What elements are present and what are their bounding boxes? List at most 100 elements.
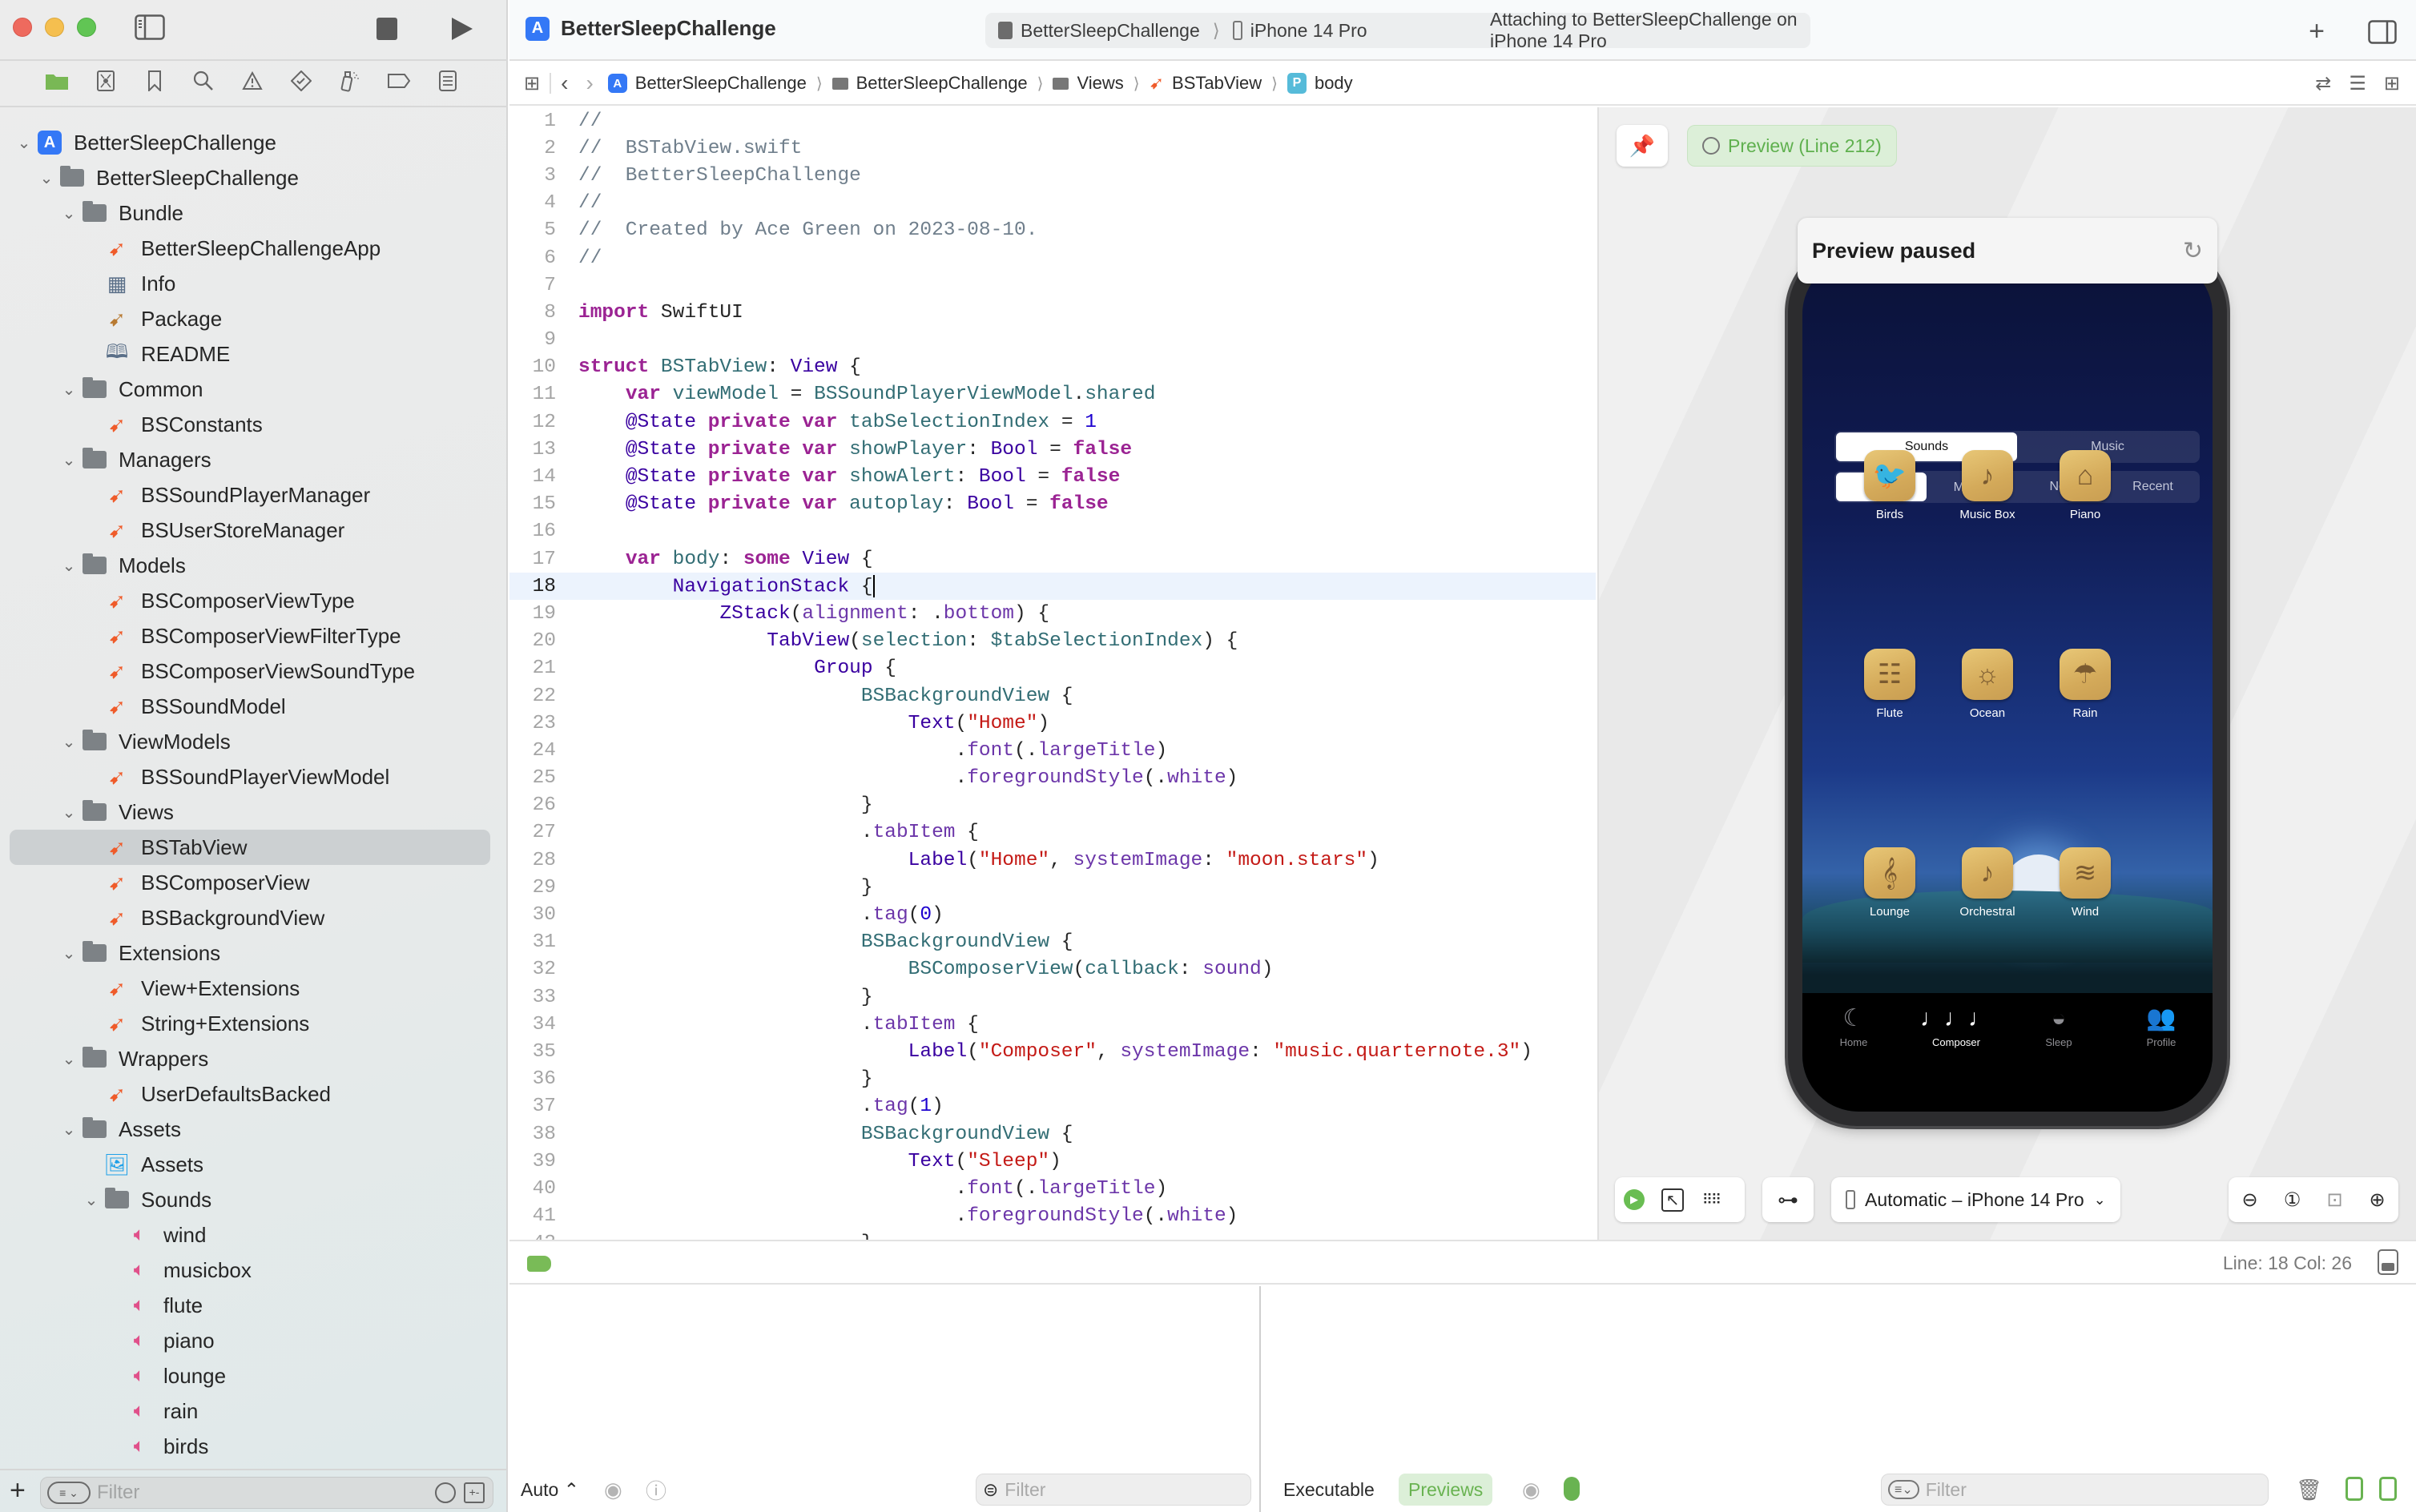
code-line[interactable]: 22 BSBackgroundView { (509, 682, 1596, 710)
file-tree-item[interactable]: ➹ BSBackgroundView (0, 900, 508, 935)
file-tree-item[interactable]: ➹ BSComposerViewSoundType (0, 653, 508, 689)
breadcrumb-views[interactable]: Views (1053, 73, 1124, 94)
line-number[interactable]: 30 (509, 904, 569, 926)
line-number[interactable]: 27 (509, 822, 569, 843)
code-line[interactable]: 18 NavigationStack { (509, 573, 1596, 601)
sound-tile[interactable]: ⌂ Piano (2041, 450, 2129, 521)
sound-tile[interactable]: ☂ Rain (2041, 649, 2129, 720)
file-tree-item[interactable]: ➹ BSComposerView (0, 865, 508, 900)
tab-breakpoints[interactable] (384, 66, 414, 96)
file-tree-item[interactable]: ➹ BSTabView (0, 830, 508, 865)
file-tree-item[interactable]: ⌄ Bundle (0, 195, 508, 231)
code-line[interactable]: 5 // Created by Ace Green on 2023-08-10. (509, 217, 1596, 244)
file-tree-item[interactable]: ⌄ Extensions (0, 935, 508, 971)
sound-tile[interactable]: ☷ Flute (1846, 649, 1934, 720)
line-number[interactable]: 5 (509, 219, 569, 241)
app-tab-home[interactable]: ☾ Home (1802, 1004, 1905, 1112)
scheme-selector[interactable]: BetterSleepChallenge ⟩ iPhone 14 Pro (998, 20, 1367, 42)
device-settings-button[interactable]: ⊶ (1762, 1177, 1814, 1222)
variants-button[interactable]: ⠿⠿ (1692, 1180, 1730, 1219)
line-number[interactable]: 20 (509, 630, 569, 652)
code-line[interactable]: 30 .tag(0) (509, 901, 1596, 928)
line-number[interactable]: 11 (509, 384, 569, 405)
disclosure-chevron-icon[interactable]: ⌄ (58, 1049, 80, 1069)
disclosure-chevron-icon[interactable]: ⌄ (58, 450, 80, 470)
line-number[interactable]: 1 (509, 111, 569, 132)
line-number[interactable]: 6 (509, 247, 569, 269)
line-number[interactable]: 25 (509, 767, 569, 789)
file-tree-item[interactable]: ➹ BSComposerViewType (0, 583, 508, 618)
minimize-window-button[interactable] (45, 18, 64, 37)
add-file-button[interactable]: + (10, 1475, 26, 1506)
eye-icon[interactable]: ◉ (1522, 1478, 1540, 1502)
toggle-icon[interactable] (1564, 1477, 1580, 1501)
related-items-icon[interactable]: ⊞ (524, 72, 540, 95)
file-tree-item[interactable]: ➹ UserDefaultsBacked (0, 1076, 508, 1112)
code-line[interactable]: 34 .tabItem { (509, 1011, 1596, 1038)
code-line[interactable]: 11 var viewModel = BSSoundPlayerViewMode… (509, 381, 1596, 408)
line-number[interactable]: 26 (509, 794, 569, 816)
file-tree-item[interactable]: ⌄ Common (0, 372, 508, 407)
preview-selector-chip[interactable]: Preview (Line 212) (1687, 125, 1897, 167)
app-tab-profile[interactable]: 👥 Profile (2110, 1004, 2213, 1112)
code-line[interactable]: 21 Group { (509, 655, 1596, 682)
line-number[interactable]: 13 (509, 439, 569, 460)
navigator-filter-field[interactable]: ≡ ⌄ Filter +- (40, 1477, 493, 1509)
file-tree-item[interactable]: ➹ BSSoundModel (0, 689, 508, 724)
disclosure-chevron-icon[interactable]: ⌄ (58, 802, 80, 822)
console-source-previews[interactable]: Previews (1399, 1474, 1493, 1506)
sound-tile[interactable]: 𝄞 Lounge (1846, 847, 1934, 919)
disclosure-chevron-icon[interactable]: ⌄ (58, 1120, 80, 1140)
file-tree-item[interactable]: ⌄ A BetterSleepChallenge (0, 125, 508, 160)
line-number[interactable]: 34 (509, 1014, 569, 1035)
code-line[interactable]: 29 } (509, 874, 1596, 901)
show-variables-icon[interactable] (2346, 1477, 2363, 1501)
file-tree-item[interactable]: ➹ BSUserStoreManager (0, 513, 508, 548)
debug-split-divider[interactable] (1259, 1286, 1261, 1512)
sound-tile[interactable]: 🐦 Birds (1846, 450, 1934, 521)
line-number[interactable]: 32 (509, 959, 569, 980)
sound-tile[interactable]: ♪ Music Box (1943, 450, 2031, 521)
file-tree-item[interactable]: ➹ Package (0, 301, 508, 336)
show-console-icon[interactable] (2379, 1477, 2397, 1501)
code-line[interactable]: 4 // (509, 190, 1596, 217)
line-number[interactable]: 37 (509, 1096, 569, 1117)
file-tree-item[interactable]: 🔈︎ wind (0, 1217, 508, 1253)
code-line[interactable]: 32 BSComposerView(callback: sound) (509, 956, 1596, 983)
line-number[interactable]: 12 (509, 412, 569, 433)
line-number[interactable]: 24 (509, 740, 569, 762)
variables-filter-field[interactable]: ⊜ Filter (976, 1474, 1251, 1506)
file-tree-item[interactable]: ➹ String+Extensions (0, 1006, 508, 1041)
disclosure-chevron-icon[interactable]: ⌄ (13, 133, 35, 153)
code-line[interactable]: 41 .foregroundStyle(.white) (509, 1203, 1596, 1230)
app-tab-composer[interactable]: ♩♩♩ Composer (1905, 1004, 2007, 1112)
editor-options-icon[interactable]: ☰ (2349, 72, 2366, 95)
file-tree-item[interactable]: ➹ BSConstants (0, 407, 508, 442)
live-preview-button[interactable]: ▶ (1615, 1180, 1653, 1219)
code-line[interactable]: 3 // BetterSleepChallenge (509, 162, 1596, 189)
file-tree-item[interactable]: ⌄ ViewModels (0, 724, 508, 759)
file-tree-item[interactable]: ⌄ Assets (0, 1112, 508, 1147)
code-line[interactable]: 1 // (509, 107, 1596, 135)
breadcrumb-project[interactable]: A BetterSleepChallenge (607, 73, 807, 94)
line-number[interactable]: 10 (509, 356, 569, 378)
eye-icon[interactable]: ◉ (604, 1478, 622, 1502)
code-line[interactable]: 14 @State private var showAlert: Bool = … (509, 463, 1596, 490)
file-tree-item[interactable]: 🔈︎ piano (0, 1323, 508, 1358)
line-number[interactable]: 21 (509, 657, 569, 679)
line-number[interactable]: 2 (509, 138, 569, 159)
file-tree-item[interactable]: ⌄ Models (0, 548, 508, 583)
code-line[interactable]: 8 import SwiftUI (509, 299, 1596, 326)
file-tree-item[interactable]: ➹ BSSoundPlayerManager (0, 477, 508, 513)
code-line[interactable]: 17 var body: some View { (509, 545, 1596, 573)
file-tree-item[interactable]: ⌄ Managers (0, 442, 508, 477)
line-number[interactable]: 22 (509, 686, 569, 707)
selectable-mode-button[interactable]: ↖ (1653, 1180, 1692, 1219)
file-tree-item[interactable]: ➹ BSSoundPlayerViewModel (0, 759, 508, 794)
add-editor-icon[interactable]: ⊞ (2384, 72, 2400, 95)
code-line[interactable]: 19 ZStack(alignment: .bottom) { (509, 600, 1596, 627)
code-line[interactable]: 15 @State private var autoplay: Bool = f… (509, 491, 1596, 518)
tab-source-control[interactable] (91, 66, 121, 96)
file-tree-item[interactable]: 🕮 README (0, 336, 508, 372)
file-tree-item[interactable]: 🔈︎ lounge (0, 1358, 508, 1393)
